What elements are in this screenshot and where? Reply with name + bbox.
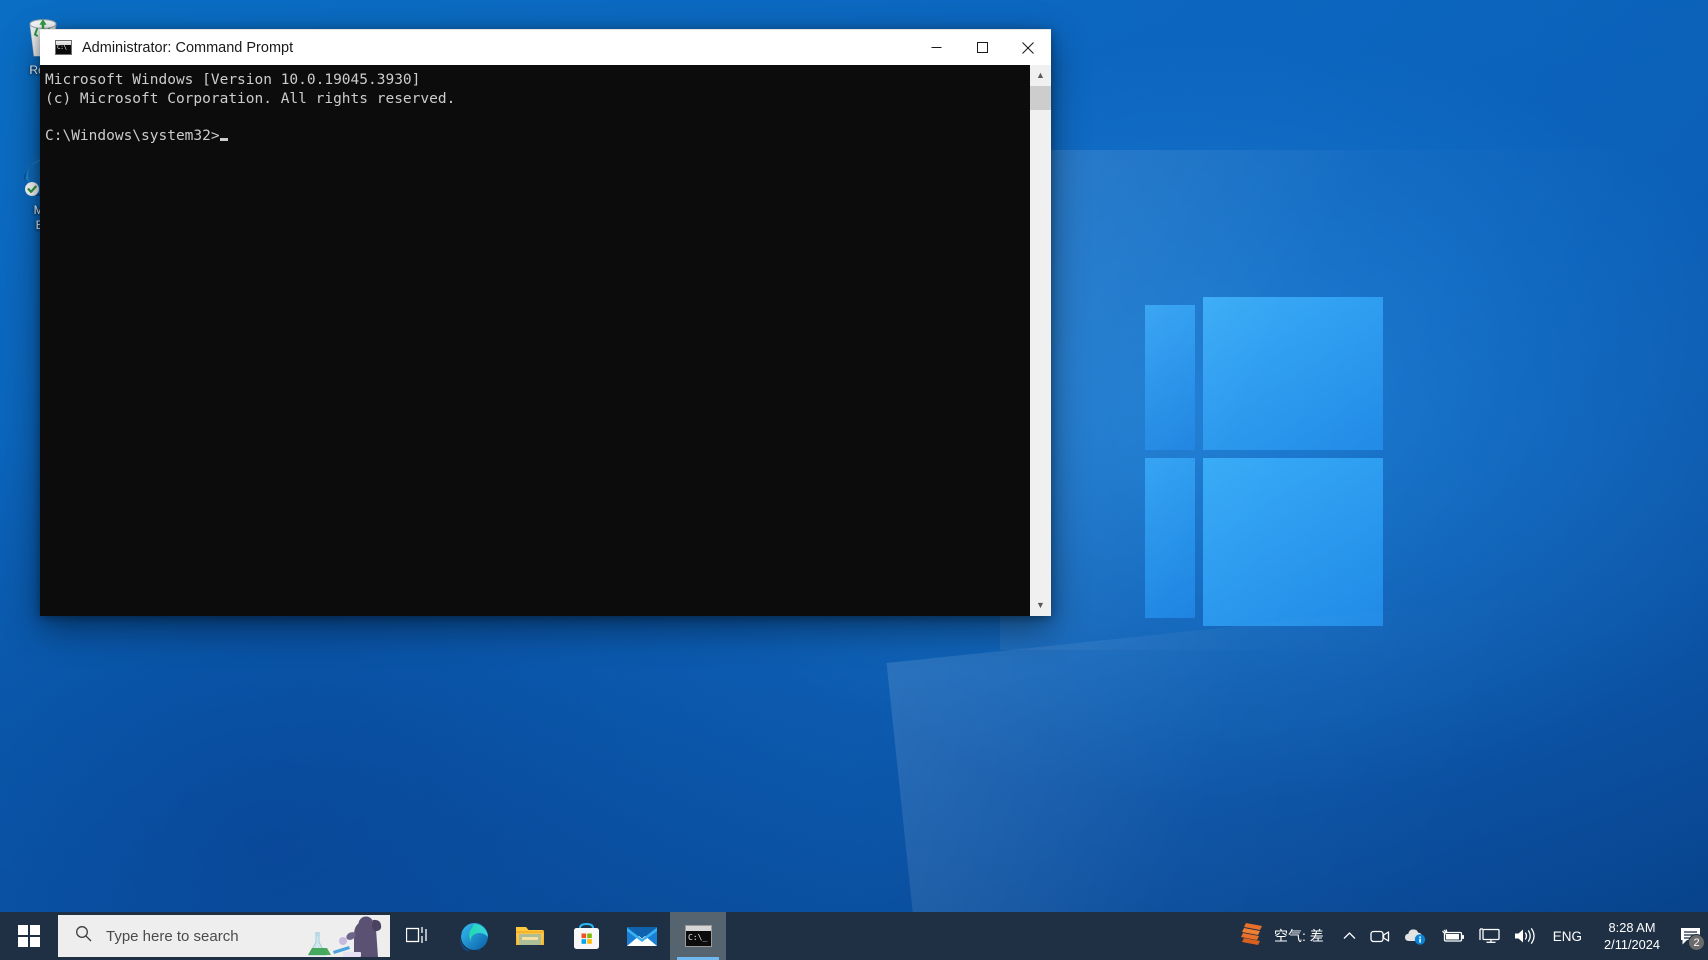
svg-text:C:\_: C:\_	[688, 933, 707, 942]
taskbar-item-mail[interactable]	[614, 912, 670, 960]
search-placeholder: Type here to search	[106, 927, 239, 945]
console-body[interactable]: Microsoft Windows [Version 10.0.19045.39…	[40, 65, 1051, 616]
scroll-up-arrow[interactable]: ▲	[1030, 65, 1051, 86]
weather-widget[interactable]: 空气: 差	[1232, 912, 1336, 960]
taskbar-item-command-prompt[interactable]: C:\_	[670, 912, 726, 960]
taskbar-item-file-explorer[interactable]	[502, 912, 558, 960]
console-prompt: C:\Windows\system32>	[45, 127, 220, 144]
console-line-1: Microsoft Windows [Version 10.0.19045.39…	[45, 72, 421, 88]
console-cursor	[219, 137, 228, 141]
search-input[interactable]: Type here to search	[58, 915, 390, 957]
network-icon[interactable]	[1472, 912, 1507, 960]
command-prompt-window[interactable]: Administrator: Command Prompt Microsoft …	[40, 29, 1051, 616]
air-quality-icon	[1240, 921, 1265, 952]
search-illustration	[304, 915, 390, 957]
scrollbar-thumb[interactable]	[1030, 86, 1051, 110]
taskbar-item-microsoft-store[interactable]	[558, 912, 614, 960]
window-titlebar[interactable]: Administrator: Command Prompt	[40, 29, 1051, 65]
taskbar-spacer	[726, 912, 1232, 960]
console-scrollbar[interactable]: ▲ ▼	[1030, 65, 1051, 616]
scroll-down-arrow[interactable]: ▼	[1030, 595, 1051, 616]
onedrive-icon[interactable]	[1397, 912, 1434, 960]
search-icon	[75, 925, 92, 947]
taskbar[interactable]: Type here to search C:\_ 空气: 差 ENG 8:28 …	[0, 912, 1708, 960]
console-output[interactable]: Microsoft Windows [Version 10.0.19045.39…	[40, 65, 1030, 616]
console-line-2: (c) Microsoft Corporation. All rights re…	[45, 90, 456, 107]
minimize-button[interactable]	[913, 30, 959, 66]
battery-icon[interactable]	[1434, 912, 1472, 960]
taskbar-item-task-view[interactable]	[390, 912, 446, 960]
close-button[interactable]	[1005, 30, 1051, 66]
volume-icon[interactable]	[1507, 912, 1543, 960]
command-prompt-icon	[55, 40, 72, 55]
air-quality-label: 空气: 差	[1273, 928, 1324, 944]
language-indicator[interactable]: ENG	[1543, 912, 1592, 960]
show-hidden-icons-button[interactable]	[1336, 912, 1363, 960]
clock-time: 8:28 AM	[1608, 920, 1656, 935]
start-button[interactable]	[0, 912, 58, 960]
notification-center-button[interactable]: 2	[1672, 912, 1708, 960]
clock[interactable]: 8:28 AM 2/11/2024	[1592, 912, 1672, 960]
windows-logo-wallpaper	[1145, 297, 1383, 635]
maximize-button[interactable]	[959, 30, 1005, 66]
system-tray[interactable]: 空气: 差 ENG 8:28 AM 2/11/2024 2	[1232, 912, 1708, 960]
meet-now-icon[interactable]	[1363, 912, 1397, 960]
window-title: Administrator: Command Prompt	[82, 39, 294, 56]
taskbar-item-microsoft-edge[interactable]	[446, 912, 502, 960]
notification-badge: 2	[1688, 934, 1705, 951]
clock-date: 2/11/2024	[1604, 937, 1660, 952]
